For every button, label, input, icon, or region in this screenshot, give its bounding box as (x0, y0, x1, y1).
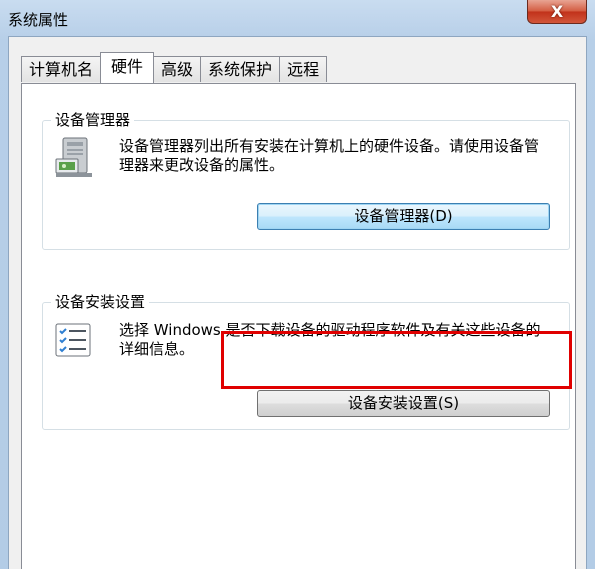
tab-remote[interactable]: 远程 (279, 56, 328, 82)
checklist-icon (55, 323, 91, 357)
device-manager-group-title: 设备管理器 (51, 110, 135, 130)
device-manager-description: 设备管理器列出所有安装在计算机上的硬件设备。请使用设备管理器来更改设备的属性。 (119, 137, 540, 174)
close-button[interactable]: X (527, 0, 587, 24)
device-manager-button[interactable]: 设备管理器(D) (257, 203, 550, 230)
dialog-client-area: 计算机名 硬件 高级 系统保护 远程 设备管理器 设备管理器列出所有安装在计算机… (8, 36, 587, 569)
device-installation-group-title: 设备安装设置 (51, 292, 150, 312)
window-title: 系统属性 (8, 11, 69, 29)
close-icon: X (550, 1, 564, 21)
tab-hardware[interactable]: 硬件 (100, 52, 155, 83)
device-installation-group: 设备安装设置 选择 Windows 是否下载设备的驱动程序软件及有关这些设备的详… (42, 292, 570, 430)
tab-computer-name[interactable]: 计算机名 (21, 56, 102, 82)
device-installation-settings-button[interactable]: 设备安装设置(S) (257, 390, 550, 417)
title-bar[interactable]: 系统属性 X (0, 0, 595, 36)
device-installation-description: 选择 Windows 是否下载设备的驱动程序软件及有关这些设备的详细信息。 (119, 321, 541, 358)
device-manager-icon (55, 137, 92, 177)
tab-system-protection[interactable]: 系统保护 (200, 56, 281, 82)
tab-advanced[interactable]: 高级 (153, 56, 202, 82)
tab-strip: 计算机名 硬件 高级 系统保护 远程 (21, 52, 328, 84)
hardware-tab-panel: 设备管理器 设备管理器列出所有安装在计算机上的硬件设备。请使用设备管理器来更改设… (21, 83, 576, 569)
system-properties-window: 系统属性 X 计算机名 硬件 高级 系统保护 远程 设备管理器 设备管理器列出所… (0, 0, 595, 569)
device-manager-group: 设备管理器 设备管理器列出所有安装在计算机上的硬件设备。请使用设备管理器来更改设… (42, 110, 570, 250)
